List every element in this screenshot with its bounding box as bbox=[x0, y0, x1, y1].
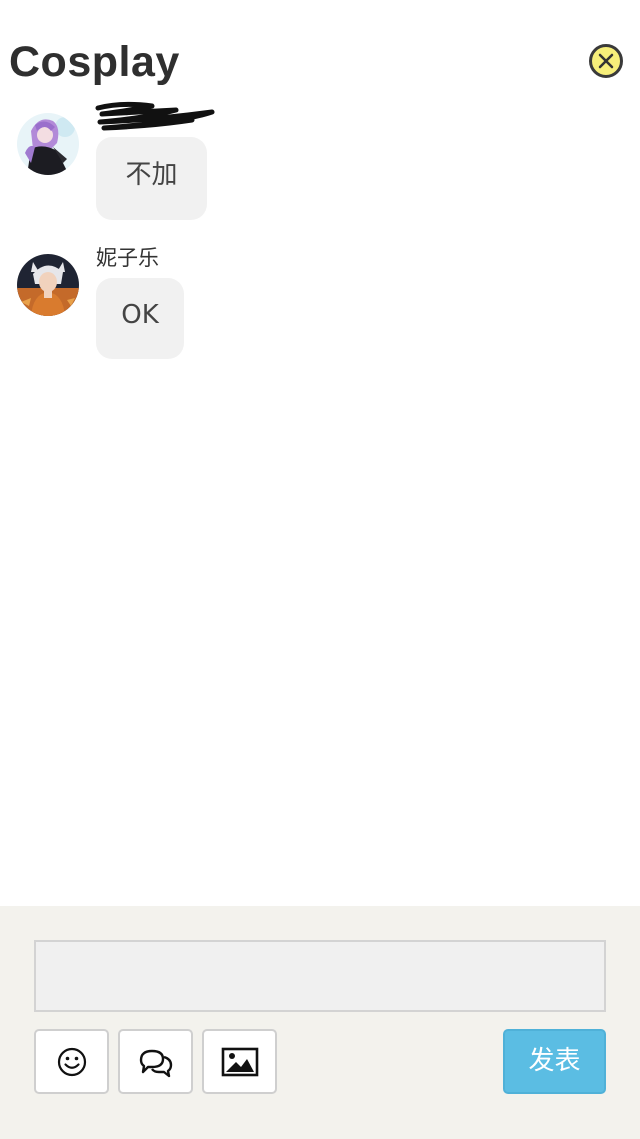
anime-boy-avatar-image bbox=[17, 254, 79, 316]
username: 妮子乐 bbox=[96, 246, 159, 270]
header: Cosplay bbox=[0, 0, 640, 100]
speech-bubbles-icon bbox=[139, 1049, 172, 1077]
smiley-icon bbox=[57, 1047, 86, 1076]
image-button[interactable] bbox=[202, 1029, 277, 1094]
emoji-button[interactable] bbox=[34, 1029, 109, 1094]
send-button[interactable]: 发表 bbox=[503, 1029, 606, 1094]
avatar[interactable] bbox=[17, 113, 79, 175]
avatar[interactable] bbox=[17, 254, 79, 316]
close-icon bbox=[598, 53, 614, 69]
quote-button[interactable] bbox=[118, 1029, 193, 1094]
anime-girl-avatar-image bbox=[17, 113, 79, 175]
redacted-username-scribble bbox=[95, 101, 215, 131]
message-bubble: 不加 bbox=[96, 137, 207, 220]
image-icon bbox=[221, 1047, 258, 1076]
page-title: Cosplay bbox=[9, 38, 180, 86]
message-input[interactable] bbox=[34, 940, 606, 1012]
message-bubble: OK bbox=[96, 278, 184, 359]
composer: 发表 bbox=[0, 906, 640, 1139]
close-button[interactable] bbox=[589, 44, 623, 78]
